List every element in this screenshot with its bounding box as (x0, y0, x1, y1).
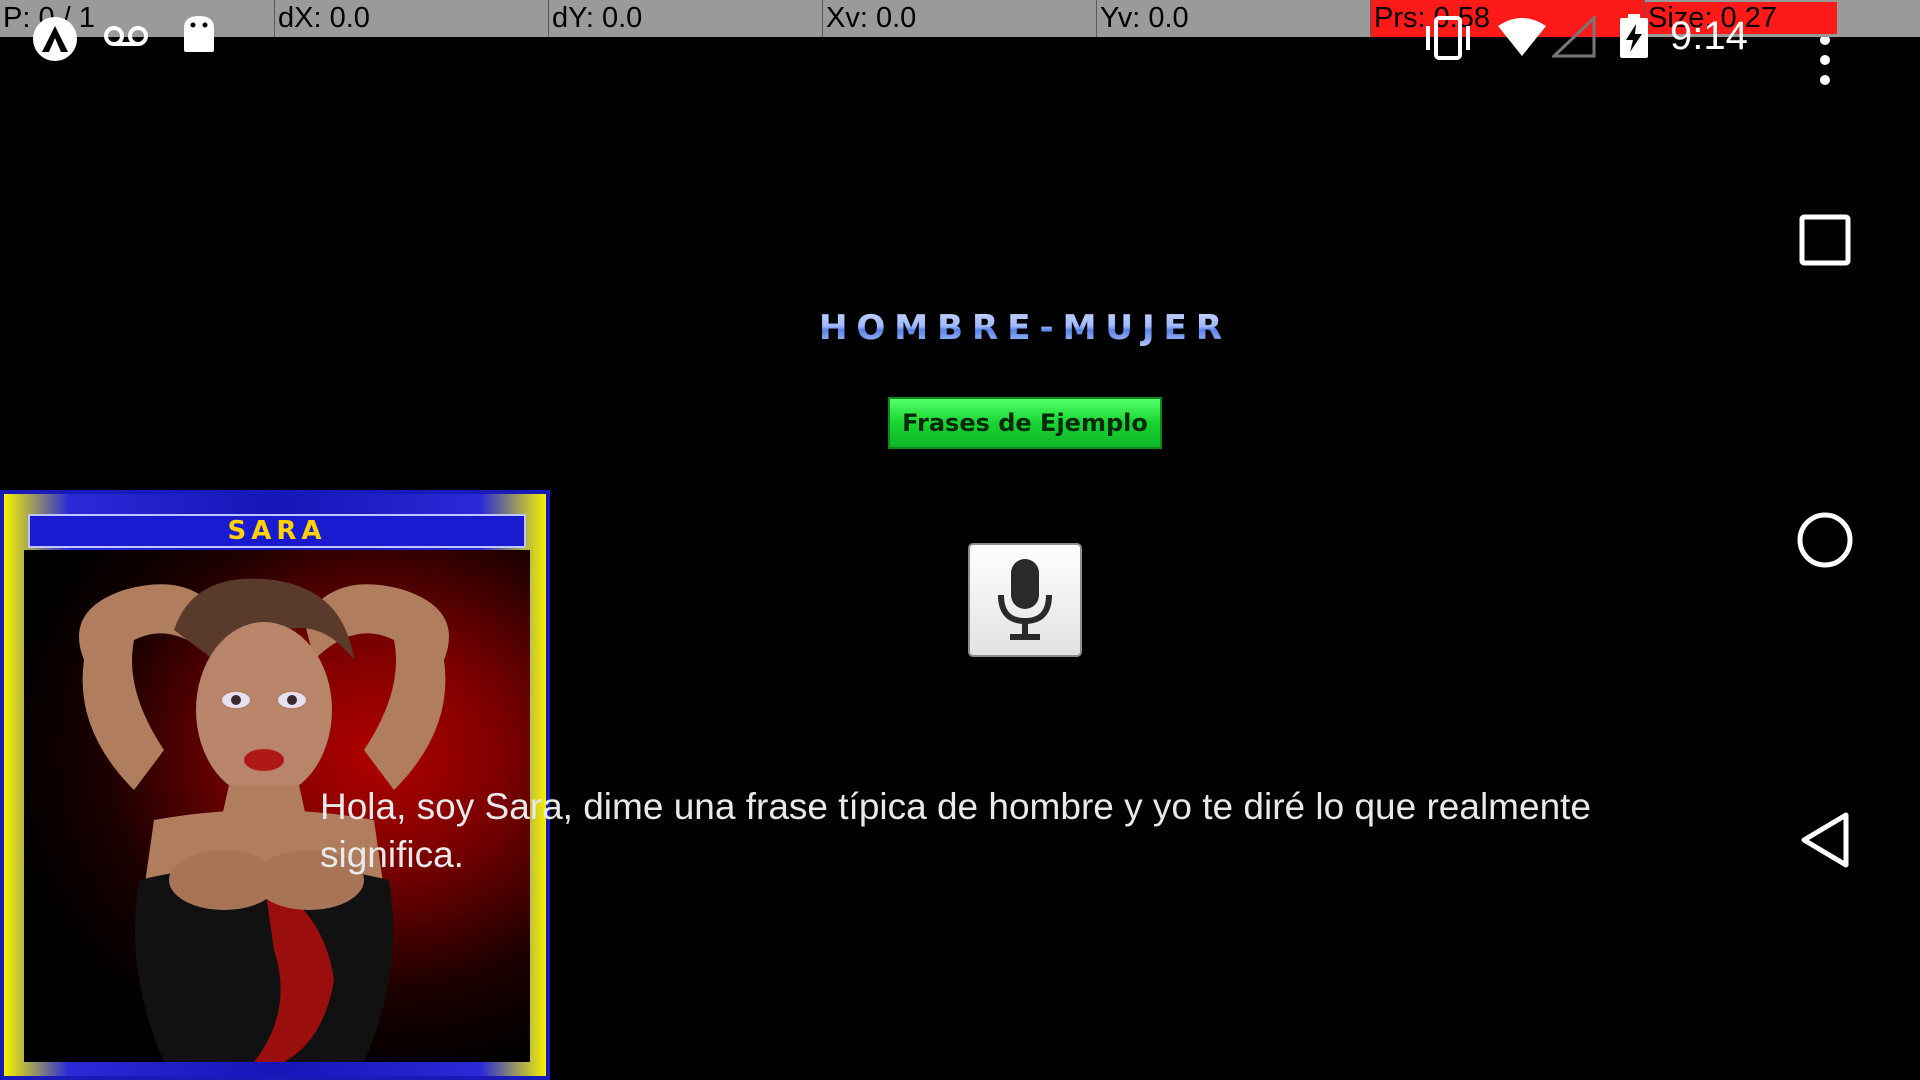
pointer-location-overlay: P: 0 / 1 dX: 0.0 dY: 0.0 Xv: 0.0 Yv: 0.0… (0, 0, 1920, 37)
recents-icon (1799, 214, 1851, 266)
velocity-x: Xv: 0.0 (822, 0, 1096, 37)
recents-button[interactable] (1730, 180, 1920, 300)
microphone-button[interactable] (968, 543, 1082, 657)
velocity-y: Yv: 0.0 (1096, 0, 1370, 37)
home-icon (1797, 512, 1853, 568)
app-title: HOMBRE-MUJER (800, 308, 1250, 348)
microphone-icon (998, 559, 1052, 640)
back-icon (1801, 812, 1849, 868)
overflow-menu-icon (1820, 35, 1830, 85)
home-button[interactable] (1730, 480, 1920, 600)
delta-y: dY: 0.0 (548, 0, 822, 37)
navigation-bar (1730, 0, 1920, 1080)
touch-size-label: Size: 0.27 (1645, 2, 1837, 34)
character-message: Hola, soy Sara, dime una frase típica de… (320, 786, 1592, 875)
delta-x: dX: 0.0 (274, 0, 548, 37)
back-button[interactable] (1730, 780, 1920, 900)
touch-size: Size: 0.27 (1644, 0, 1918, 37)
character-name: SARA (28, 514, 526, 548)
pressure: Prs: 0.58 (1370, 0, 1644, 37)
pointer-count: P: 0 / 1 (3, 2, 95, 34)
example-phrases-button[interactable]: Frases de Ejemplo (888, 397, 1162, 449)
